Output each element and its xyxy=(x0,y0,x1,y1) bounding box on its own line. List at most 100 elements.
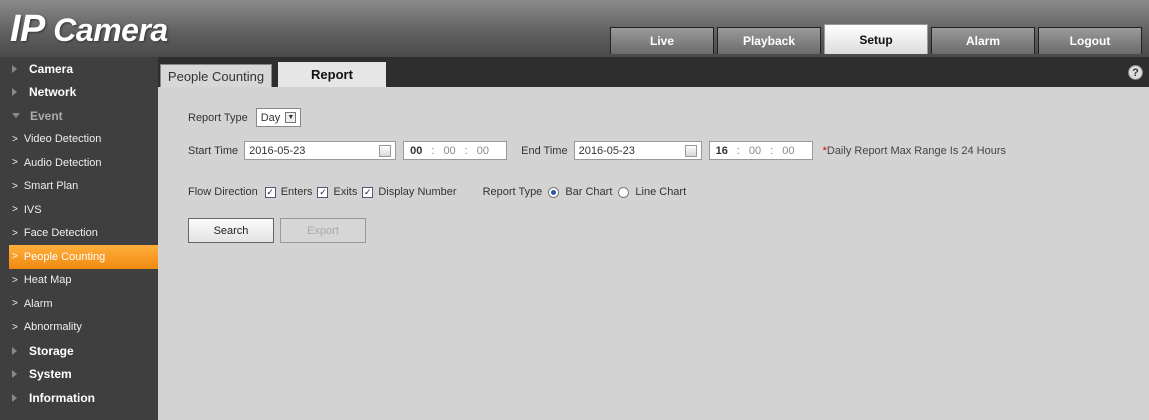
start-minute[interactable]: 00 xyxy=(443,145,455,157)
sidebar-item-audio-detection[interactable]: > Audio Detection xyxy=(0,151,158,175)
tab-people-counting[interactable]: People Counting xyxy=(160,64,272,87)
tab-playback[interactable]: Playback xyxy=(717,27,821,54)
sidebar-item-video-detection[interactable]: > Video Detection xyxy=(0,128,158,152)
sidebar-item-heat-map[interactable]: > Heat Map xyxy=(0,269,158,293)
triangle-right-icon xyxy=(12,346,17,355)
chevron-right-icon: > xyxy=(12,157,18,169)
triangle-right-icon xyxy=(12,370,17,379)
chevron-right-icon: > xyxy=(12,298,18,310)
chevron-right-icon: > xyxy=(12,227,18,239)
line-chart-radio[interactable] xyxy=(618,186,630,198)
sidebar-item-system[interactable]: System xyxy=(0,363,158,387)
sidebar-item-label: Storage xyxy=(29,343,74,358)
sidebar-item-storage[interactable]: Storage xyxy=(0,339,158,363)
time-separator: : xyxy=(464,144,468,157)
enters-label: Enters xyxy=(280,186,313,198)
sidebar-item-abnormality[interactable]: > Abnormality xyxy=(0,316,158,340)
start-date-input[interactable]: 2016-05-23 xyxy=(244,141,397,160)
triangle-down-icon xyxy=(12,113,20,119)
logo-prefix: IP xyxy=(10,8,45,50)
tab-report[interactable]: Report xyxy=(278,62,386,87)
end-time-label: End Time xyxy=(521,144,568,157)
sidebar-item-ivs[interactable]: > IVS xyxy=(0,198,158,222)
end-hour[interactable]: 16 xyxy=(716,145,728,157)
time-separator: : xyxy=(770,144,774,157)
calendar-icon[interactable] xyxy=(379,144,392,157)
report-type-label: Report Type xyxy=(188,111,248,124)
sidebar-item-label: Abnormality xyxy=(23,321,82,334)
chevron-right-icon: > xyxy=(12,321,18,333)
sidebar-item-people-counting[interactable]: > People Counting xyxy=(9,245,158,269)
sidebar-item-label: Video Detection xyxy=(23,133,102,146)
report-type-select[interactable]: Day ▼ xyxy=(255,108,302,127)
sidebar-item-label: Audio Detection xyxy=(23,156,102,169)
report-panel: Report Type Day ▼ Start Time 2016-05-23 … xyxy=(158,87,1149,420)
help-icon[interactable]: ? xyxy=(1128,65,1143,80)
end-minute[interactable]: 00 xyxy=(749,145,761,157)
sidebar-item-label: Alarm xyxy=(23,297,53,310)
start-hour[interactable]: 00 xyxy=(410,145,422,157)
chart-type-label: Report Type xyxy=(482,186,543,198)
tab-alarm[interactable]: Alarm xyxy=(931,27,1035,54)
sidebar-item-label: System xyxy=(29,367,72,382)
flow-row: Flow Direction ✓ Enters ✓ Exits ✓ Displa… xyxy=(188,186,686,198)
report-type-row: Report Type Day ▼ xyxy=(188,108,302,127)
bar-chart-label: Bar Chart xyxy=(565,186,613,198)
sidebar-item-label: People Counting xyxy=(23,250,106,263)
sidebar-item-face-detection[interactable]: > Face Detection xyxy=(0,222,158,246)
end-date-input[interactable]: 2016-05-23 xyxy=(573,141,702,160)
chevron-right-icon: > xyxy=(12,133,18,145)
start-second[interactable]: 00 xyxy=(477,145,489,157)
chevron-right-icon: > xyxy=(12,274,18,286)
flow-direction-label: Flow Direction xyxy=(188,186,258,198)
sidebar-item-alarm[interactable]: > Alarm xyxy=(0,292,158,316)
sidebar-item-label: Event xyxy=(30,108,63,123)
time-separator: : xyxy=(431,144,435,157)
tab-logout[interactable]: Logout xyxy=(1038,27,1142,54)
app-logo: IP Camera xyxy=(10,8,168,51)
header: IP Camera Live Playback Setup Alarm Logo… xyxy=(0,0,1149,57)
sidebar-item-information[interactable]: Information xyxy=(0,386,158,410)
sidebar-item-label: Information xyxy=(29,390,95,405)
sidebar-item-event[interactable]: Event xyxy=(0,104,158,128)
chevron-right-icon: > xyxy=(12,204,18,216)
sidebar-item-label: Face Detection xyxy=(23,227,98,240)
time-range-row: Start Time 2016-05-23 00 : 00 : 00 End T… xyxy=(188,141,1006,160)
time-separator: : xyxy=(736,144,740,157)
end-second[interactable]: 00 xyxy=(782,145,794,157)
sidebar-item-label: Camera xyxy=(29,61,74,76)
logo-suffix: Camera xyxy=(53,12,168,48)
sidebar-item-label: Smart Plan xyxy=(23,180,79,193)
display-number-label: Display Number xyxy=(378,186,457,198)
search-button[interactable]: Search xyxy=(188,218,274,243)
sidebar-item-label: IVS xyxy=(23,203,42,216)
calendar-icon[interactable] xyxy=(684,144,697,157)
sidebar-item-label: Network xyxy=(29,85,77,100)
triangle-right-icon xyxy=(12,64,17,73)
tab-setup[interactable]: Setup xyxy=(824,24,928,54)
chevron-down-icon: ▼ xyxy=(285,112,297,123)
chevron-right-icon: > xyxy=(12,251,18,263)
exits-label: Exits xyxy=(333,186,358,198)
sidebar-item-smart-plan[interactable]: > Smart Plan xyxy=(0,175,158,199)
chevron-right-icon: > xyxy=(12,180,18,192)
sidebar-item-label: Heat Map xyxy=(23,274,72,287)
enters-checkbox[interactable]: ✓ xyxy=(264,186,276,198)
line-chart-label: Line Chart xyxy=(635,186,687,198)
end-time-input[interactable]: 16 : 00 : 00 xyxy=(708,141,813,160)
range-note-text: Daily Report Max Range Is 24 Hours xyxy=(826,144,1007,157)
exits-checkbox[interactable]: ✓ xyxy=(317,186,329,198)
start-time-input[interactable]: 00 : 00 : 00 xyxy=(403,141,508,160)
report-type-value: Day xyxy=(260,111,281,124)
end-date-value: 2016-05-23 xyxy=(578,144,635,157)
triangle-right-icon xyxy=(12,88,17,97)
bar-chart-radio[interactable] xyxy=(548,186,560,198)
range-note: *Daily Report Max Range Is 24 Hours xyxy=(823,145,1006,157)
tab-live[interactable]: Live xyxy=(610,27,714,54)
triangle-right-icon xyxy=(12,393,17,402)
sidebar-item-camera[interactable]: Camera xyxy=(0,57,158,81)
sidebar-item-network[interactable]: Network xyxy=(0,81,158,105)
start-time-label: Start Time xyxy=(188,144,239,157)
display-number-checkbox[interactable]: ✓ xyxy=(362,186,374,198)
export-button[interactable]: Export xyxy=(280,218,366,243)
